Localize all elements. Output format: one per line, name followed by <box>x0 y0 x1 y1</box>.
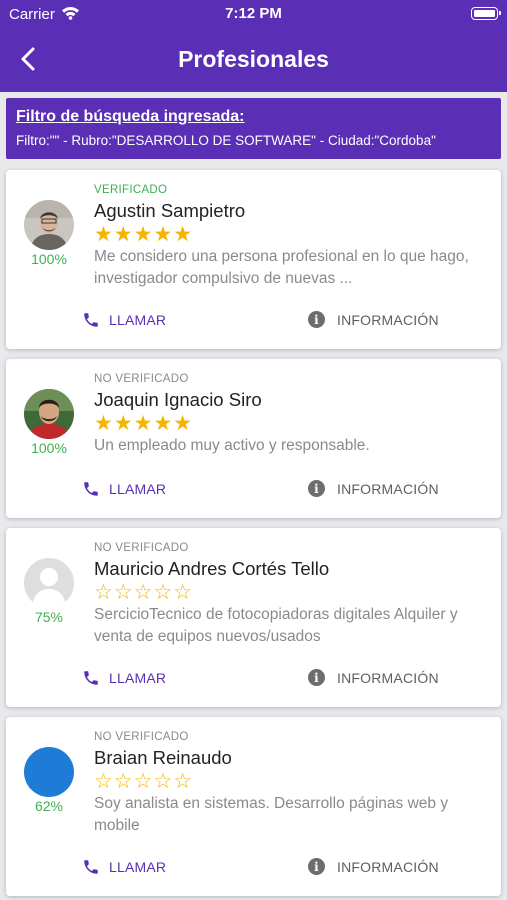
verification-status: NO VERIFICADO <box>94 731 189 743</box>
status-bar: Carrier 7:12 PM <box>0 0 507 28</box>
info-label: INFORMACIÓN <box>337 858 439 875</box>
avatar-placeholder <box>24 558 74 608</box>
phone-icon <box>84 313 98 327</box>
info-icon: i <box>308 858 325 875</box>
call-button[interactable]: LLAMAR <box>82 311 166 329</box>
info-button[interactable]: i INFORMACIÓN <box>308 858 439 875</box>
avatar <box>24 389 74 439</box>
call-button[interactable]: LLAMAR <box>82 858 166 876</box>
professional-name: Braian Reinaudo <box>94 747 232 768</box>
professional-name: Joaquin Ignacio Siro <box>94 389 262 410</box>
phone-icon <box>84 860 98 874</box>
call-label: LLAMAR <box>109 312 167 328</box>
verification-status: NO VERIFICADO <box>94 542 189 554</box>
professional-card[interactable]: 62% NO VERIFICADO Braian Reinaudo ☆☆☆☆☆ … <box>6 717 501 896</box>
info-icon: i <box>308 669 325 686</box>
rating-stars: ★★★★★ <box>94 223 194 246</box>
info-button[interactable]: i INFORMACIÓN <box>308 480 439 497</box>
page-title: Profesionales <box>178 46 329 72</box>
clock: 7:12 PM <box>225 5 282 22</box>
avatar <box>24 200 74 250</box>
professional-name: Mauricio Andres Cortés Tello <box>94 558 330 579</box>
filter-text: Filtro:"" - Rubro:"DESARROLLO DE SOFTWAR… <box>16 133 436 148</box>
phone-icon <box>84 482 98 496</box>
rating-stars: ☆☆☆☆☆ <box>94 770 194 793</box>
professional-description: SercicioTecnico de fotocopiadoras digita… <box>94 606 458 645</box>
verification-status: VERIFICADO <box>94 184 168 196</box>
info-button[interactable]: i INFORMACIÓN <box>308 311 439 328</box>
app-bar: Profesionales <box>0 28 507 92</box>
info-label: INFORMACIÓN <box>337 480 439 497</box>
rating-stars: ★★★★★ <box>94 412 194 435</box>
call-label: LLAMAR <box>109 859 167 875</box>
verification-status: NO VERIFICADO <box>94 373 189 385</box>
info-label: INFORMACIÓN <box>337 669 439 686</box>
professional-description: Me considero una persona profesional en … <box>94 248 469 287</box>
professional-name: Agustin Sampietro <box>94 200 246 221</box>
info-label: INFORMACIÓN <box>337 311 439 328</box>
match-percent: 100% <box>31 251 67 267</box>
call-button[interactable]: LLAMAR <box>82 669 166 687</box>
match-percent: 100% <box>31 440 67 456</box>
battery-icon <box>471 7 501 20</box>
search-filter-banner: Filtro de búsqueda ingresada: Filtro:"" … <box>6 98 501 159</box>
professional-card[interactable]: 100% VERIFICADO Agustin Sampietro ★★★★★ … <box>6 170 501 349</box>
info-button[interactable]: i INFORMACIÓN <box>308 669 439 686</box>
match-percent: 75% <box>34 609 64 625</box>
match-percent: 62% <box>34 798 64 814</box>
filter-title: Filtro de búsqueda ingresada: <box>16 108 245 125</box>
call-button[interactable]: LLAMAR <box>82 480 166 498</box>
avatar <box>24 747 74 797</box>
professional-card[interactable]: 100% NO VERIFICADO Joaquin Ignacio Siro … <box>6 359 501 518</box>
phone-icon <box>84 671 98 685</box>
professional-card[interactable]: 75% NO VERIFICADO Mauricio Andres Cortés… <box>6 528 501 707</box>
info-icon: i <box>308 480 325 497</box>
rating-stars: ☆☆☆☆☆ <box>94 581 194 604</box>
call-label: LLAMAR <box>109 670 167 686</box>
professional-description: Soy analista en sistemas. Desarrollo pág… <box>94 795 449 834</box>
call-label: LLAMAR <box>109 481 167 497</box>
info-icon: i <box>308 311 325 328</box>
professional-description: Un empleado muy activo y responsable. <box>94 437 370 454</box>
